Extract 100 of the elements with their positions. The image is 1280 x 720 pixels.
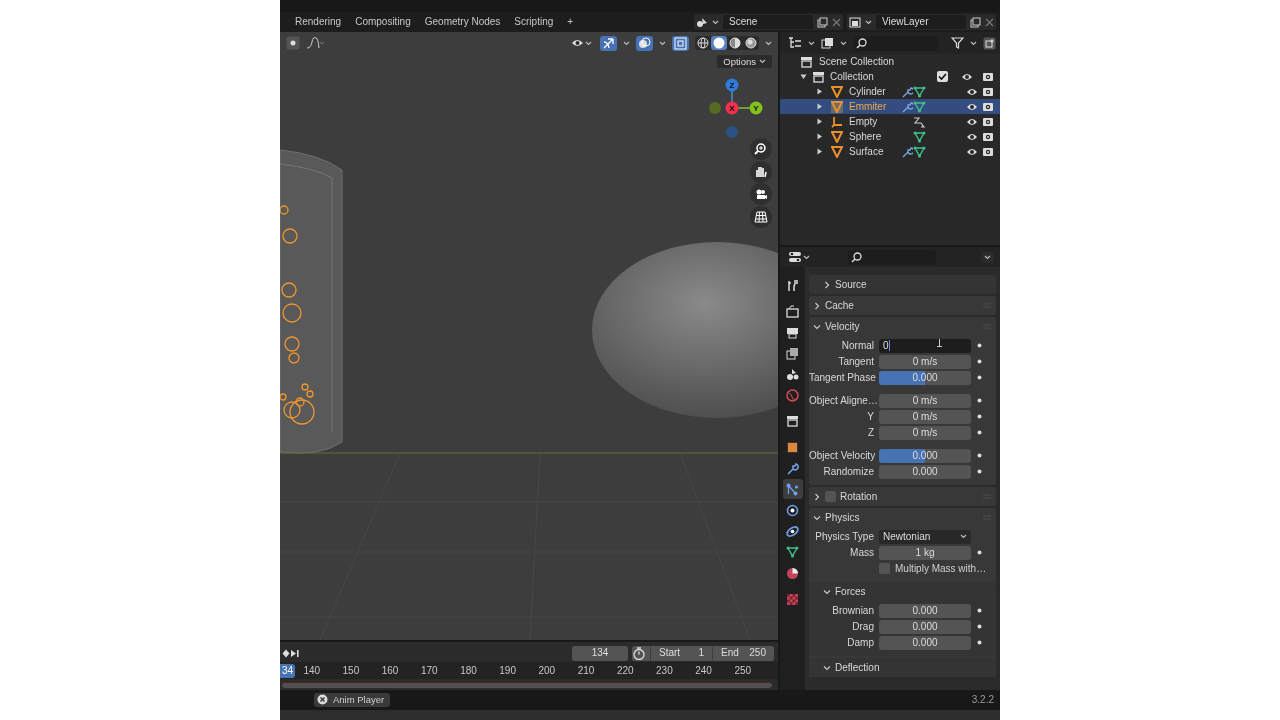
chevron-right-icon[interactable] (813, 492, 821, 501)
end-frame-field[interactable]: End 250 (712, 645, 774, 661)
chevron-down-icon[interactable] (823, 663, 831, 672)
mesh-data-icon (913, 85, 926, 98)
keyframe-dot-icon[interactable] (976, 640, 982, 645)
chevron-down-icon[interactable] (813, 513, 821, 522)
workspace-tab[interactable]: Scripting (509, 14, 559, 30)
eye-icon[interactable] (966, 86, 978, 97)
number-field[interactable]: 0.000 (879, 635, 971, 650)
keyframe-dot-icon[interactable] (976, 430, 982, 435)
eye-icon[interactable] (966, 116, 978, 127)
view-layer-selector[interactable]: ViewLayer (847, 14, 996, 30)
panel-title[interactable]: Forces (835, 585, 866, 598)
workspace-tab[interactable]: Rendering (290, 14, 347, 30)
slider[interactable]: 0.000 (879, 448, 971, 463)
outliner-row[interactable]: Emmiter (780, 99, 1000, 114)
eye-icon[interactable] (966, 146, 978, 157)
camera-icon[interactable] (982, 71, 994, 82)
keyframe-dot-icon[interactable] (976, 453, 982, 458)
eye-icon[interactable] (966, 101, 978, 112)
search-field[interactable] (848, 249, 936, 265)
workspace-tab[interactable]: Compositing (350, 14, 416, 30)
slider[interactable]: 0.000 (879, 370, 971, 385)
eye-icon[interactable] (966, 131, 978, 142)
outliner-row[interactable]: Cylinder (780, 84, 1000, 99)
field-label: Damp (846, 636, 875, 649)
filter-layers-icon[interactable] (821, 37, 834, 49)
panel-title[interactable]: Cache (825, 299, 854, 312)
options-dropdown[interactable] (981, 251, 994, 263)
shading-mode-button[interactable] (743, 36, 759, 50)
panel-title[interactable]: Source (835, 278, 867, 291)
anim-player-button[interactable]: Anim Player (314, 693, 391, 707)
dropdown[interactable]: Newtonian (879, 529, 971, 544)
outliner-row[interactable]: Empty (780, 114, 1000, 129)
checkbox[interactable] (879, 563, 890, 574)
outliner-row[interactable]: Surface (780, 144, 1000, 159)
number-field[interactable]: 0 m/s (879, 393, 971, 408)
collapsed-triangle-icon[interactable] (816, 118, 823, 125)
text-input[interactable]: 0 (879, 338, 971, 353)
options-button[interactable]: Options (717, 55, 772, 69)
number-field[interactable]: 0.000 (879, 619, 971, 634)
keyframe-dot-icon[interactable] (976, 608, 982, 613)
playhead-marker[interactable]: 34 (280, 663, 296, 678)
checkbox[interactable] (937, 71, 948, 82)
display-mode-icon[interactable] (788, 37, 802, 49)
funnel-icon[interactable] (951, 37, 964, 49)
editor-type-icon[interactable] (788, 251, 802, 263)
expanded-triangle-icon[interactable] (800, 73, 807, 80)
workspace-tab[interactable]: Geometry Nodes (419, 14, 506, 30)
camera-icon[interactable] (982, 131, 994, 142)
timeline-scrollbar[interactable] (282, 682, 772, 688)
camera-icon[interactable] (982, 146, 994, 157)
collapsed-triangle-icon[interactable] (816, 133, 823, 140)
new-collection-icon[interactable] (983, 36, 996, 50)
camera-icon[interactable] (982, 116, 994, 127)
scene-selector[interactable]: Scene (694, 14, 843, 30)
number-field[interactable]: 0.000 (879, 603, 971, 618)
chevron-right-icon[interactable] (813, 301, 821, 310)
shading-mode-button[interactable] (711, 36, 727, 50)
jump-end-icon[interactable] (290, 648, 300, 658)
chevron-right-icon[interactable] (823, 280, 831, 289)
current-frame-field[interactable]: 134 (572, 645, 628, 661)
keyframe-dot-icon[interactable] (976, 624, 982, 629)
navigation-gizmo[interactable]: Z X Y (708, 76, 764, 139)
checkbox[interactable] (825, 491, 836, 502)
caret-icon (759, 59, 766, 65)
add-workspace-button[interactable]: + (562, 14, 579, 30)
keyframe-dot-icon[interactable] (976, 469, 982, 474)
number-field[interactable]: 1 kg (879, 545, 971, 560)
panel-title[interactable]: Velocity (825, 320, 860, 333)
collapsed-triangle-icon[interactable] (816, 88, 823, 95)
number-field[interactable]: 0 m/s (879, 425, 971, 440)
outliner-row[interactable]: Scene Collection (780, 54, 1000, 69)
search-field[interactable] (853, 35, 939, 51)
chevron-down-icon[interactable] (813, 322, 821, 331)
collapsed-triangle-icon[interactable] (816, 148, 823, 155)
panel-title[interactable]: Rotation (840, 490, 878, 503)
keyframe-dot-icon[interactable] (976, 550, 982, 555)
shading-mode-button[interactable] (727, 36, 743, 50)
outliner-row[interactable]: Sphere (780, 129, 1000, 144)
chevron-down-icon[interactable] (823, 587, 831, 596)
collapsed-triangle-icon[interactable] (816, 103, 823, 110)
camera-icon[interactable] (982, 101, 994, 112)
number-field[interactable]: 0 m/s (879, 409, 971, 424)
number-field[interactable]: 0.000 (879, 464, 971, 479)
number-field[interactable]: 0 m/s (879, 354, 971, 369)
keyframe-dot-icon[interactable] (976, 414, 982, 419)
wrench-icon (786, 461, 799, 475)
properties-tab[interactable] (782, 479, 803, 499)
camera-icon[interactable] (982, 86, 994, 97)
keyframe-dot-icon[interactable] (976, 398, 982, 403)
eye-icon[interactable] (961, 71, 973, 82)
panel-title[interactable]: Physics (825, 511, 860, 524)
falloff-curve-icon[interactable] (306, 37, 324, 49)
keyframe-dot-icon[interactable] (976, 359, 982, 364)
outliner-row[interactable]: Collection (780, 69, 1000, 84)
keyframe-dot-icon[interactable] (976, 343, 982, 348)
shading-mode-button[interactable] (695, 36, 711, 50)
keyframe-dot-icon[interactable] (976, 375, 982, 380)
panel-title[interactable]: Deflection (835, 661, 880, 674)
